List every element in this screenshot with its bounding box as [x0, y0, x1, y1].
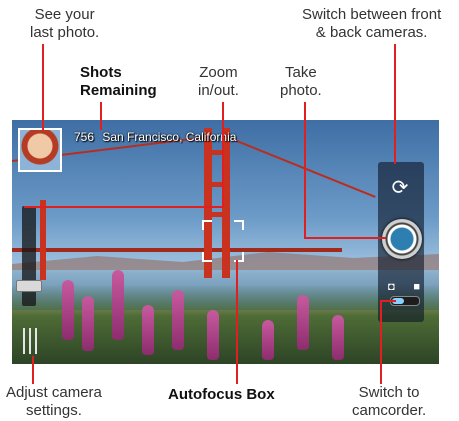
flower	[207, 310, 219, 360]
callout-last-photo: See your last photo.	[30, 6, 100, 41]
mode-icons: ◘ ■	[388, 280, 420, 294]
leader-camcorder-h	[380, 300, 396, 302]
leader-switch-cameras	[394, 44, 396, 164]
leader-last-photo	[42, 44, 44, 130]
bridge-tower-beam	[204, 212, 230, 217]
bridge-tower	[40, 200, 46, 280]
callout-take-photo: Take photo.	[280, 64, 322, 99]
leader-adjust-settings	[32, 356, 34, 384]
last-photo-thumbnail[interactable]	[18, 128, 62, 172]
leader-zoom-h	[24, 206, 224, 208]
flower	[62, 280, 74, 340]
shutter-button[interactable]	[382, 219, 422, 259]
scene-foreground	[12, 284, 439, 364]
flower	[142, 305, 154, 355]
status-line: 756 San Francisco, California	[74, 130, 241, 144]
leader-zoom-v	[222, 102, 224, 208]
leader-camcorder-v	[380, 300, 382, 384]
bridge-tower-beam	[204, 150, 230, 155]
callout-camcorder: Switch to camcorder.	[352, 384, 427, 419]
settings-button[interactable]	[18, 328, 42, 358]
leader-take-photo-v	[304, 102, 306, 239]
leader-take-photo-h	[304, 237, 386, 239]
autofocus-corner	[234, 220, 244, 230]
flower	[297, 295, 309, 350]
autofocus-corner	[202, 220, 212, 230]
callout-autofocus: Autofocus Box	[168, 386, 275, 403]
location-text: San Francisco, California	[102, 130, 237, 144]
settings-icon	[35, 328, 37, 354]
flower	[112, 270, 124, 340]
camera-viewfinder[interactable]: 756 San Francisco, California ⟳ ◘ ■	[12, 120, 439, 364]
callout-adjust-settings: Adjust camera settings.	[6, 384, 102, 419]
zoom-handle[interactable]	[16, 280, 42, 292]
flower	[82, 296, 94, 351]
camera-icon: ◘	[388, 281, 395, 293]
flower	[172, 290, 184, 350]
bridge-tower-beam	[204, 182, 230, 187]
leader-autofocus	[236, 260, 238, 384]
autofocus-corner	[202, 252, 212, 262]
settings-icon	[29, 328, 31, 354]
switch-camera-icon[interactable]: ⟳	[387, 176, 413, 200]
bridge-deck	[12, 248, 342, 252]
callout-zoom: Zoom in/out.	[198, 64, 239, 99]
leader-shots-remaining	[100, 102, 102, 130]
callout-shots-remaining: Shots Remaining	[80, 64, 157, 99]
flower	[262, 320, 274, 360]
flower	[332, 315, 344, 360]
shots-remaining-count: 756	[74, 130, 95, 144]
callout-switch-cameras: Switch between front & back cameras.	[302, 6, 442, 41]
video-camera-icon: ■	[413, 281, 420, 293]
settings-icon	[23, 328, 25, 354]
